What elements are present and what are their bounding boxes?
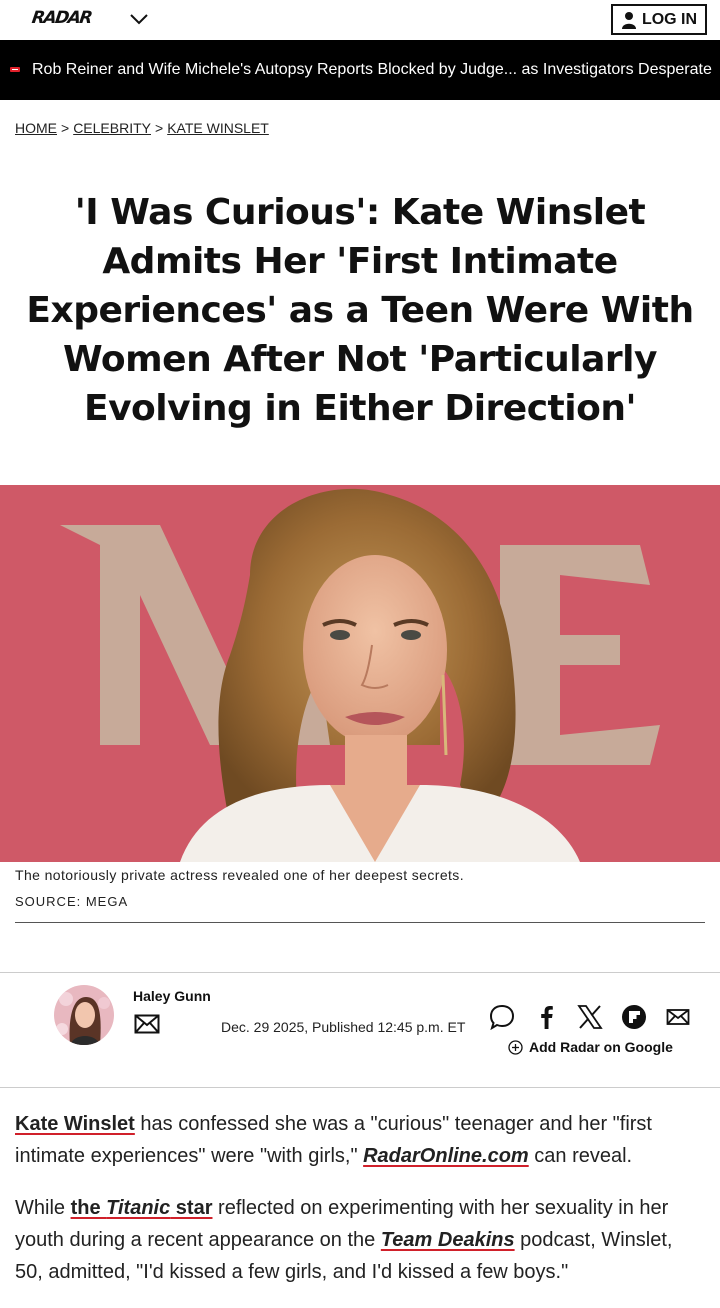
paragraph-text: While	[15, 1197, 71, 1219]
user-icon	[621, 11, 636, 29]
breadcrumb-kate-winslet[interactable]: KATE WINSLET	[167, 120, 269, 136]
article-title: 'I Was Curious': Kate Winslet Admits Her…	[26, 192, 694, 429]
plus-circle-icon	[508, 1039, 523, 1055]
image-source: SOURCE: MEGA	[15, 894, 129, 909]
article-body: Kate Winslet has confessed she was a "cu…	[15, 1108, 705, 1308]
x-twitter-icon[interactable]	[577, 1004, 603, 1030]
breadcrumb-separator: >	[155, 120, 164, 136]
paragraph: While the Titanic star reflected on expe…	[15, 1192, 705, 1288]
comment-icon[interactable]	[489, 1004, 515, 1030]
author-photo	[54, 985, 114, 1045]
link-titanic-star[interactable]: the Titanic star	[71, 1197, 213, 1219]
divider	[0, 972, 720, 973]
author-email-icon[interactable]	[134, 1014, 160, 1034]
breadcrumb-home[interactable]: HOME	[15, 120, 57, 136]
flipboard-icon[interactable]	[621, 1004, 647, 1030]
add-radar-on-google-button[interactable]: Add Radar on Google	[508, 1039, 673, 1055]
chevron-down-icon[interactable]	[128, 10, 150, 28]
hero-photo	[0, 485, 720, 862]
breadcrumb: HOME > CELEBRITY > KATE WINSLET	[15, 120, 269, 136]
link-team-deakins[interactable]: Team Deakins	[381, 1229, 515, 1251]
author-avatar[interactable]	[54, 985, 114, 1045]
login-button[interactable]: LOG IN	[611, 4, 707, 35]
link-text-italic: Titanic	[106, 1197, 171, 1219]
divider	[0, 1087, 720, 1088]
radar-logo[interactable]: RADAR	[31, 8, 93, 28]
link-kate-winslet[interactable]: Kate Winslet	[15, 1113, 135, 1135]
link-text: the	[70, 1197, 107, 1219]
login-label: LOG IN	[641, 10, 698, 28]
facebook-icon[interactable]	[534, 1004, 560, 1030]
paragraph-text: can reveal.	[528, 1145, 633, 1167]
link-radaronline[interactable]: RadarOnline.com	[363, 1145, 529, 1167]
breaking-news-ticker[interactable]: Rob Reiner and Wife Michele's Autopsy Re…	[0, 40, 720, 100]
divider	[15, 922, 705, 923]
email-share-icon[interactable]	[665, 1004, 691, 1030]
ticker-headline[interactable]: Rob Reiner and Wife Michele's Autopsy Re…	[32, 61, 712, 79]
image-caption: The notoriously private actress revealed…	[15, 867, 464, 883]
radar-mini-icon	[10, 67, 20, 72]
add-radar-label: Add Radar on Google	[529, 1039, 673, 1055]
publish-date: Dec. 29 2025, Published 12:45 p.m. ET	[221, 1019, 466, 1035]
breadcrumb-separator: >	[61, 120, 70, 136]
hero-image	[0, 485, 720, 862]
author-name[interactable]: Haley Gunn	[133, 988, 211, 1004]
breadcrumb-celebrity[interactable]: CELEBRITY	[73, 120, 151, 136]
paragraph: Kate Winslet has confessed she was a "cu…	[15, 1108, 705, 1172]
link-text: star	[170, 1197, 213, 1219]
top-bar: RADAR LOG IN	[0, 0, 720, 40]
